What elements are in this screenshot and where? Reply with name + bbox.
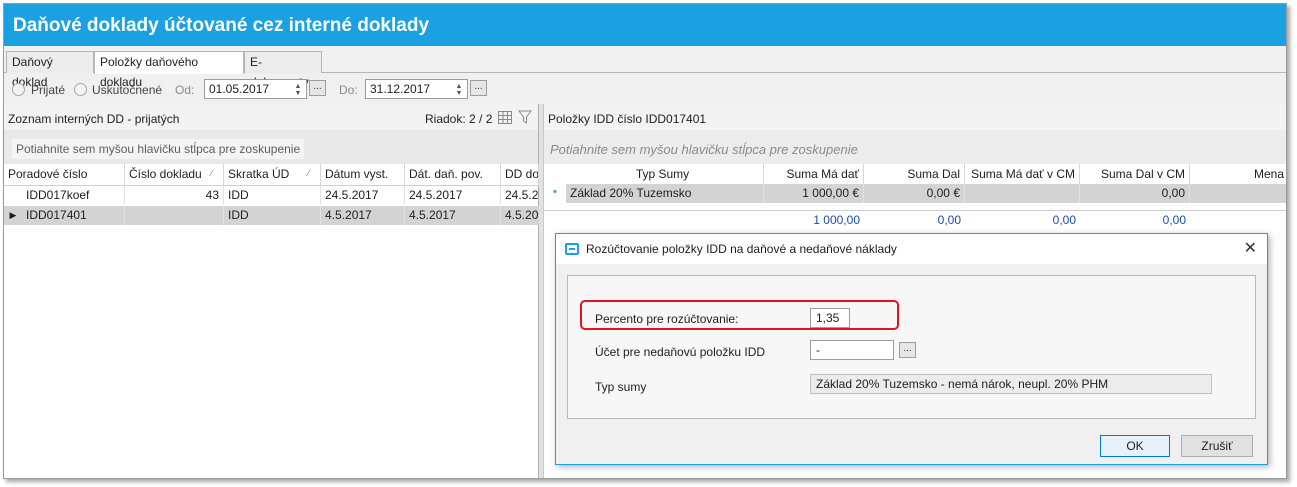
close-icon[interactable]: ✕ — [1244, 238, 1257, 258]
tab-danovy-doklad[interactable]: Daňový doklad — [6, 51, 94, 89]
cell-suma-dal-cm: 0,00 — [1080, 184, 1190, 203]
col-suma-ma-dat-cm[interactable]: Suma Má dať v CM — [965, 164, 1080, 184]
tab-strip: Daňový doklad Položky daňového dokladu E… — [4, 51, 1286, 89]
col-datum-vyst[interactable]: Dátum vyst. — [321, 164, 405, 186]
cell-skratka-ud: IDD — [224, 206, 321, 225]
account-label: Účet pre nedaňovú položku IDD — [595, 345, 766, 359]
left-grid-header: Poradové číslo Číslo dokladu ⁄ Skratka Ú… — [4, 164, 539, 186]
col-suma-dal[interactable]: Suma Dal — [864, 164, 965, 184]
totals-footer: 1 000,00 0,00 0,00 0,00 — [544, 210, 1286, 228]
to-date-picker-button[interactable]: ... — [470, 80, 487, 96]
col-skratka-ud[interactable]: Skratka ÚD — [224, 164, 321, 186]
col-suma-ma-dat[interactable]: Suma Má dať — [764, 164, 864, 184]
left-group-hint: Potiahnite sem myšou hlavičku stĺpca pre… — [12, 139, 305, 159]
radio-issued[interactable] — [74, 83, 87, 96]
cell-cislo-dokladu: 43 — [125, 186, 224, 205]
right-grid-header: Typ Sumy Suma Má dať Suma Dal Suma Má da… — [544, 164, 1286, 186]
left-pane: Zoznam interných DD - prijatých Riadok: … — [4, 104, 539, 478]
dialog-body: Percento pre rozúčtovanie: 1,35 Účet pre… — [567, 275, 1256, 419]
radio-received[interactable] — [12, 83, 25, 96]
col-poradove-cislo[interactable]: Poradové číslo — [4, 164, 125, 186]
table-row[interactable]: • Základ 20% Tuzemsko 1 000,00 € 0,00 € … — [544, 184, 1286, 204]
row-dot-icon: • — [553, 186, 557, 198]
ok-button[interactable]: OK — [1100, 435, 1170, 457]
dialog-title-bar: Rozúčtovanie položky IDD na daňové a ned… — [556, 234, 1267, 264]
tab-e-dokumenty[interactable]: E-dokumenty — [244, 51, 322, 89]
filter-icon[interactable] — [518, 110, 532, 125]
to-date-spinner-icon[interactable]: ▲ ▼ — [453, 83, 465, 97]
total-suma-dal: 0,00 — [937, 213, 961, 227]
right-group-bar[interactable]: Potiahnite sem myšou hlavičku stĺpca pre… — [544, 130, 1286, 164]
cell-cislo-dokladu — [125, 206, 224, 225]
cell-poradove-cislo: IDD017401 — [22, 206, 125, 225]
total-suma-dal-cm: 0,00 — [1162, 213, 1186, 227]
table-row[interactable]: ▶ IDD017401 IDD 4.5.2017 4.5.2017 4.5.20… — [4, 206, 539, 225]
col-typ-sumy[interactable]: Typ Sumy — [566, 164, 764, 184]
col-cislo-dokladu[interactable]: Číslo dokladu — [125, 164, 224, 186]
cell-suma-ma-dat: 1 000,00 € — [764, 184, 864, 203]
account-input[interactable]: - — [810, 340, 894, 360]
window-icon — [565, 243, 579, 255]
sort-icon: ⁄ — [211, 168, 213, 178]
filter-bar: Prijaté Uskutočnené Od: 01.05.2017 ▲ ▼ ..… — [4, 76, 1286, 104]
cell-datum-vyst: 4.5.2017 — [321, 206, 405, 225]
to-date-value: 31.12.2017 — [370, 82, 431, 96]
right-pane-title: Položky IDD číslo IDD017401 — [548, 112, 707, 126]
cell-suma-dal: 0,00 € — [864, 184, 965, 203]
cell-typ-sumy: Základ 20% Tuzemsko — [566, 184, 764, 203]
col-mena[interactable]: Mena — [1190, 164, 1286, 184]
total-suma-ma-dat: 1 000,00 — [813, 213, 860, 227]
cell-dat-dan-pov: 24.5.2017 — [405, 186, 501, 205]
total-suma-ma-dat-cm: 0,00 — [1052, 213, 1076, 227]
grid-columns-icon[interactable] — [498, 111, 512, 124]
right-pane-header: Položky IDD číslo IDD017401 — [544, 104, 1286, 130]
cell-dd-dos: 4.5.201 — [505, 208, 539, 222]
sum-type-field: Základ 20% Tuzemsko - nemá nárok, neupl.… — [810, 374, 1212, 394]
account-picker-button[interactable]: ... — [899, 342, 916, 358]
radio-issued-label: Uskutočnené — [92, 83, 163, 97]
left-pane-title: Zoznam interných DD - prijatých — [8, 112, 180, 126]
col-dat-dan-pov[interactable]: Dát. daň. pov. — [405, 164, 501, 186]
dialog-title: Rozúčtovanie položky IDD na daňové a ned… — [586, 242, 897, 256]
col-cislo-dokladu-label: Číslo dokladu — [129, 167, 202, 181]
window-title: Daňové doklady účtované cez interné dokl… — [13, 15, 430, 36]
from-date-spinner-icon[interactable]: ▲ ▼ — [292, 83, 304, 97]
tab-polozky[interactable]: Položky daňového dokladu — [94, 51, 244, 89]
cell-poradove-cislo: IDD017koef — [22, 186, 125, 205]
to-date-input[interactable]: 31.12.2017 ▲ ▼ — [365, 79, 468, 99]
left-pane-header: Zoznam interných DD - prijatých Riadok: … — [4, 104, 538, 130]
split-dialog: Rozúčtovanie položky IDD na daňové a ned… — [555, 233, 1268, 465]
cell-suma-ma-dat-cm — [965, 184, 1080, 203]
to-label: Do: — [339, 83, 358, 97]
current-row-indicator-icon: ▶ — [9, 210, 17, 220]
sum-type-label: Typ sumy — [595, 380, 647, 394]
radio-received-label: Prijaté — [31, 83, 66, 97]
row-counter: Riadok: 2 / 2 — [425, 112, 493, 126]
sort-icon: ⁄ — [308, 168, 310, 178]
left-group-bar[interactable]: Potiahnite sem myšou hlavičku stĺpca pre… — [4, 130, 538, 164]
cell-skratka-ud: IDD — [224, 186, 321, 205]
cell-mena — [1190, 184, 1286, 203]
from-date-input[interactable]: 01.05.2017 ▲ ▼ — [204, 79, 307, 99]
table-row[interactable]: IDD017koef 43 IDD 24.5.2017 24.5.2017 24… — [4, 186, 539, 205]
cell-dd-dos: 24.5.201 — [505, 188, 539, 202]
from-date-picker-button[interactable]: ... — [309, 80, 326, 96]
title-bar: Daňové doklady účtované cez interné dokl… — [4, 4, 1286, 46]
from-label: Od: — [175, 83, 195, 97]
highlight-box — [580, 300, 899, 330]
col-dd-dos[interactable]: DD doš — [501, 164, 539, 186]
cancel-button[interactable]: Zrušiť — [1181, 435, 1253, 457]
col-suma-dal-cm[interactable]: Suma Dal v CM — [1080, 164, 1190, 184]
right-group-hint: Potiahnite sem myšou hlavičku stĺpca pre… — [550, 142, 858, 157]
cell-dat-dan-pov: 4.5.2017 — [405, 206, 501, 225]
from-date-value: 01.05.2017 — [209, 82, 270, 96]
cell-datum-vyst: 24.5.2017 — [321, 186, 405, 205]
